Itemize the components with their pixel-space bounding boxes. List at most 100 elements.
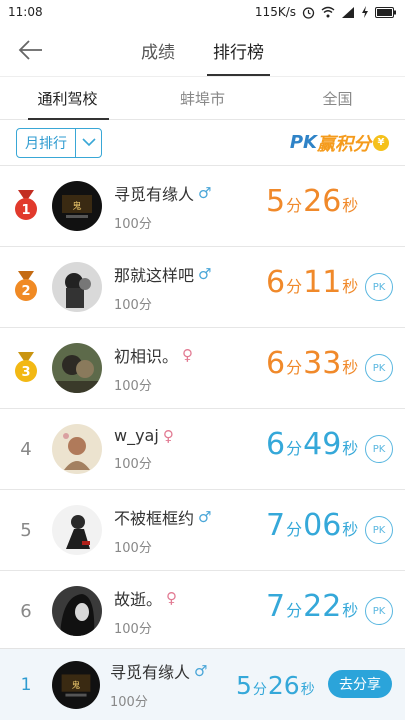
tab-scores[interactable]: 成绩	[137, 24, 179, 76]
minutes-unit: 分	[286, 439, 303, 458]
charging-icon	[361, 6, 369, 18]
time-seconds: 11	[303, 265, 342, 300]
time-minutes: 5	[236, 671, 252, 700]
exam-time: 6 分 11 秒	[266, 265, 359, 300]
list-item[interactable]: 4 w_yaj ♀ 100分 6 分 49 秒 PK	[0, 409, 405, 490]
time-minutes: 5	[266, 184, 286, 219]
wifi-icon	[321, 6, 335, 18]
gold-medal-icon: 3	[15, 352, 37, 382]
alarm-icon	[302, 6, 315, 19]
seconds-unit: 秒	[342, 601, 359, 620]
time-seconds: 26	[267, 671, 300, 700]
coin-icon: ¥	[373, 134, 389, 151]
seconds-unit: 秒	[342, 358, 359, 377]
time-seconds: 49	[303, 427, 342, 462]
pk-button[interactable]: PK	[365, 273, 393, 301]
share-button[interactable]: 去分享	[328, 670, 392, 698]
pk-points-banner[interactable]: PK 赢积分 ¥	[290, 130, 389, 156]
tab-school[interactable]: 通利驾校	[0, 77, 135, 120]
male-icon: ♂	[194, 662, 208, 680]
user-score: 100分	[114, 621, 152, 637]
user-info: 那就这样吧 ♂ 100分	[114, 262, 254, 313]
my-user-score: 100分	[110, 695, 148, 710]
user-name-row: 故逝。 ♀	[114, 586, 254, 610]
tab-national[interactable]: 全国	[270, 77, 405, 119]
status-time: 11:08	[8, 5, 43, 19]
time-seconds: 22	[303, 589, 342, 624]
avatar[interactable]: 鬼	[52, 181, 102, 231]
time-seconds: 26	[303, 184, 342, 219]
filter-row: 月排行 PK 赢积分 ¥	[0, 120, 405, 166]
tab-city[interactable]: 蚌埠市	[135, 77, 270, 119]
time-minutes: 6	[266, 346, 286, 381]
time-minutes: 6	[266, 427, 286, 462]
minutes-unit: 分	[286, 196, 303, 215]
user-name: w_yaj	[114, 426, 159, 445]
list-item[interactable]: 5 不被框框约 ♂ 100分 7 分 06 秒 PK	[0, 490, 405, 571]
user-score: 100分	[114, 457, 152, 472]
rank-medal-1: 1	[0, 190, 52, 222]
avatar[interactable]	[52, 424, 102, 474]
earn-points-text: 赢积分	[317, 133, 371, 155]
male-icon: ♂	[198, 507, 212, 526]
back-button[interactable]	[18, 36, 48, 64]
user-info: 寻觅有缘人 ♂ 100分	[114, 181, 254, 232]
rank-number: 4	[20, 438, 32, 460]
avatar[interactable]	[52, 343, 102, 393]
medal-rank-number: 2	[21, 284, 30, 299]
exam-time: 7 分 06 秒	[266, 508, 359, 543]
seconds-unit: 秒	[342, 196, 359, 215]
list-item[interactable]: 2 那就这样吧 ♂ 100分 6 分 11 秒 PK	[0, 247, 405, 328]
user-name-row: 寻觅有缘人 ♂	[110, 659, 250, 683]
nav-tabs: 成绩 排行榜	[137, 24, 270, 76]
rank-medal-3: 3	[0, 352, 52, 384]
exam-time: 6 分 49 秒	[266, 427, 359, 462]
ranking-period-select[interactable]: 月排行	[16, 127, 102, 158]
pk-button[interactable]: PK	[365, 354, 393, 382]
user-name-row: 不被框框约 ♂	[114, 505, 254, 529]
nav-bar: 成绩 排行榜	[0, 24, 405, 76]
avatar[interactable]	[52, 586, 102, 636]
user-name: 寻觅有缘人	[114, 184, 195, 204]
status-icons: 115K/s	[255, 5, 397, 19]
medal-rank-number: 3	[21, 365, 30, 380]
avatar[interactable]	[52, 262, 102, 312]
list-item[interactable]: 1 鬼 寻觅有缘人 ♂ 100分 5 分 26 秒	[0, 166, 405, 247]
user-info: 故逝。 ♀ 100分	[114, 586, 254, 637]
pk-button[interactable]: PK	[365, 597, 393, 625]
battery-icon	[375, 6, 397, 18]
arrow-left-icon	[18, 40, 42, 60]
user-name-row: 那就这样吧 ♂	[114, 262, 254, 286]
user-score: 100分	[114, 216, 152, 232]
scope-tabs: 通利驾校 蚌埠市 全国	[0, 76, 405, 120]
user-name: 初相识。	[114, 346, 179, 366]
svg-text:鬼: 鬼	[72, 678, 81, 690]
time-seconds: 06	[303, 508, 342, 543]
rank-number: 5	[20, 519, 32, 541]
pk-button[interactable]: PK	[365, 435, 393, 463]
list-item[interactable]: 3 初相识。 ♀ 100分 6 分 33 秒 PK	[0, 328, 405, 409]
chevron-down-icon	[75, 128, 101, 157]
pk-logo-text: PK	[289, 132, 317, 153]
pk-button[interactable]: PK	[365, 516, 393, 544]
list-item[interactable]: 6 故逝。 ♀ 100分 7 分 22 秒 PK	[0, 571, 405, 652]
my-rank-number: 1	[20, 674, 32, 695]
exam-time: 5 分 26 秒	[266, 184, 359, 219]
tab-ranking[interactable]: 排行榜	[207, 24, 270, 76]
time-minutes: 6	[266, 265, 286, 300]
ranking-list: 1 鬼 寻觅有缘人 ♂ 100分 5 分 26 秒 2 那就这样吧 ♂ 100分…	[0, 166, 405, 652]
minutes-unit: 分	[286, 601, 303, 620]
avatar[interactable]	[52, 505, 102, 555]
seconds-unit: 秒	[342, 520, 359, 539]
user-name-row: 寻觅有缘人 ♂	[114, 181, 254, 205]
female-icon: ♀	[162, 426, 174, 445]
exam-time: 7 分 22 秒	[266, 589, 359, 624]
user-score: 100分	[114, 297, 152, 313]
ranking-period-value: 月排行	[25, 135, 67, 152]
my-avatar[interactable]: 鬼	[52, 660, 100, 709]
my-exam-time: 5 分 26 秒	[236, 671, 316, 700]
minutes-unit: 分	[252, 682, 267, 698]
network-speed: 115K/s	[254, 5, 296, 19]
minutes-unit: 分	[286, 277, 303, 296]
rank-number: 6	[20, 600, 32, 622]
